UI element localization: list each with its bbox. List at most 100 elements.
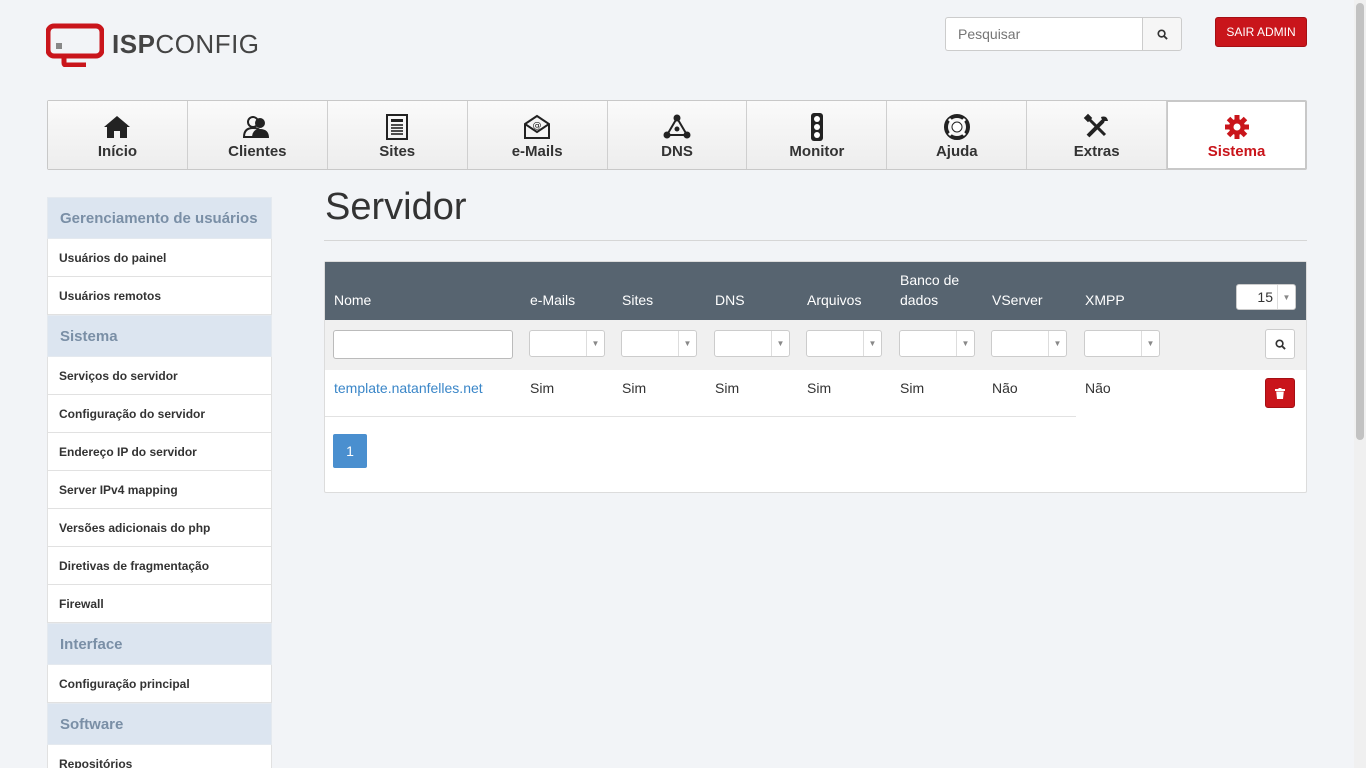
lifebuoy-icon bbox=[943, 113, 971, 141]
delete-button[interactable] bbox=[1265, 378, 1295, 408]
search-input[interactable] bbox=[945, 17, 1142, 51]
per-page-value: 15 bbox=[1257, 289, 1273, 305]
sidebar-item-versoes-php[interactable]: Versões adicionais do php bbox=[47, 509, 272, 547]
ispconfig-logo[interactable]: ISPCONFIG bbox=[45, 22, 260, 68]
cell-dns: Sim bbox=[715, 380, 740, 396]
users-icon bbox=[243, 113, 271, 141]
sidebar-item-usuarios-painel[interactable]: Usuários do painel bbox=[47, 239, 272, 277]
chevron-down-icon: ▼ bbox=[771, 331, 789, 356]
filter-emails-select[interactable]: ▼ bbox=[529, 330, 605, 357]
filter-sites-select[interactable]: ▼ bbox=[621, 330, 697, 357]
column-header-banco-dados[interactable]: Banco de dados bbox=[900, 270, 970, 310]
sidebar-item-ipv4-mapping[interactable]: Server IPv4 mapping bbox=[47, 471, 272, 509]
traffic-light-icon bbox=[809, 112, 825, 141]
column-header-xmpp[interactable]: XMPP bbox=[1085, 290, 1125, 310]
filter-nome-input[interactable] bbox=[333, 330, 513, 359]
logo-mark-icon bbox=[45, 23, 105, 68]
nav-label: Sites bbox=[379, 142, 416, 160]
gear-icon bbox=[1223, 113, 1251, 141]
tools-icon bbox=[1083, 113, 1111, 141]
nav-label: Sistema bbox=[1207, 142, 1266, 160]
column-header-nome[interactable]: Nome bbox=[334, 290, 371, 310]
sidebar-item-endereco-ip[interactable]: Endereço IP do servidor bbox=[47, 433, 272, 471]
nav-label: Início bbox=[97, 142, 138, 160]
sidebar-item-repositorios[interactable]: Repositórios bbox=[47, 745, 272, 768]
chevron-down-icon: ▼ bbox=[863, 331, 881, 356]
svg-text:@: @ bbox=[533, 121, 542, 131]
nav-emails[interactable]: @ e-Mails bbox=[467, 101, 608, 169]
network-icon bbox=[663, 113, 691, 141]
table-header: Nome e-Mails Sites DNS Arquivos Banco de… bbox=[325, 262, 1306, 320]
logout-button[interactable]: SAIR ADMIN bbox=[1215, 17, 1307, 47]
search-button[interactable] bbox=[1142, 17, 1182, 51]
main-navigation: Início Clientes Sites @ e-Mails DNS Moni… bbox=[47, 100, 1307, 170]
server-list-panel: Nome e-Mails Sites DNS Arquivos Banco de… bbox=[324, 261, 1307, 493]
nav-label: e-Mails bbox=[511, 142, 563, 160]
home-icon bbox=[103, 113, 131, 141]
global-search bbox=[945, 17, 1182, 51]
envelope-icon: @ bbox=[523, 113, 551, 141]
nav-label: DNS bbox=[661, 142, 693, 160]
nav-clientes[interactable]: Clientes bbox=[187, 101, 328, 169]
nav-sistema[interactable]: Sistema bbox=[1167, 101, 1307, 169]
column-header-arquivos[interactable]: Arquivos bbox=[807, 290, 861, 310]
column-header-dns[interactable]: DNS bbox=[715, 290, 745, 310]
filter-banco-dados-select[interactable]: ▼ bbox=[899, 330, 975, 357]
chevron-down-icon: ▼ bbox=[1141, 331, 1159, 356]
nav-label: Extras bbox=[1073, 142, 1120, 160]
chevron-down-icon: ▼ bbox=[1277, 285, 1295, 309]
filter-dns-select[interactable]: ▼ bbox=[714, 330, 790, 357]
title-divider bbox=[324, 240, 1307, 241]
sidebar-item-firewall[interactable]: Firewall bbox=[47, 585, 272, 623]
cell-xmpp: Não bbox=[1085, 380, 1111, 396]
logo-text: ISPCONFIG bbox=[112, 28, 260, 59]
filter-row: ▼ ▼ ▼ ▼ ▼ ▼ ▼ bbox=[325, 320, 1306, 370]
cell-vserver: Não bbox=[992, 380, 1018, 396]
nav-monitor[interactable]: Monitor bbox=[747, 101, 888, 169]
chevron-down-icon: ▼ bbox=[956, 331, 974, 356]
nav-dns[interactable]: DNS bbox=[607, 101, 748, 169]
column-header-emails[interactable]: e-Mails bbox=[530, 290, 575, 310]
column-header-vserver[interactable]: VServer bbox=[992, 290, 1043, 310]
table-row: template.natanfelles.net Sim Sim Sim Sim… bbox=[325, 370, 1306, 417]
search-icon bbox=[1156, 28, 1168, 40]
nav-label: Clientes bbox=[228, 142, 287, 160]
document-icon bbox=[385, 113, 409, 141]
per-page-select[interactable]: 15 ▼ bbox=[1236, 284, 1296, 310]
nav-label: Ajuda bbox=[935, 142, 978, 160]
chevron-down-icon: ▼ bbox=[586, 331, 604, 356]
cell-arquivos: Sim bbox=[807, 380, 832, 396]
nav-sites[interactable]: Sites bbox=[327, 101, 468, 169]
search-icon bbox=[1274, 338, 1286, 350]
filter-search-button[interactable] bbox=[1265, 329, 1295, 359]
page-title: Servidor bbox=[325, 186, 467, 228]
sidebar-item-usuarios-remotos[interactable]: Usuários remotos bbox=[47, 277, 272, 315]
chevron-down-icon: ▼ bbox=[1048, 331, 1066, 356]
sidebar-section-gerenciamento: Gerenciamento de usuários bbox=[47, 197, 272, 239]
scrollbar-thumb[interactable] bbox=[1356, 3, 1364, 440]
filter-arquivos-select[interactable]: ▼ bbox=[806, 330, 882, 357]
sidebar-item-servicos-servidor[interactable]: Serviços do servidor bbox=[47, 357, 272, 395]
nav-extras[interactable]: Extras bbox=[1027, 101, 1168, 169]
column-header-sites[interactable]: Sites bbox=[622, 290, 653, 310]
sidebar: Gerenciamento de usuários Usuários do pa… bbox=[47, 197, 272, 768]
chevron-down-icon: ▼ bbox=[678, 331, 696, 356]
cell-emails: Sim bbox=[530, 380, 555, 396]
trash-icon bbox=[1275, 387, 1285, 399]
sidebar-section-software: Software bbox=[47, 703, 272, 745]
cell-banco-dados: Sim bbox=[900, 380, 925, 396]
nav-ajuda[interactable]: Ajuda bbox=[887, 101, 1028, 169]
pagination-page-1[interactable]: 1 bbox=[333, 434, 367, 468]
filter-xmpp-select[interactable]: ▼ bbox=[1084, 330, 1160, 357]
filter-vserver-select[interactable]: ▼ bbox=[991, 330, 1067, 357]
nav-inicio[interactable]: Início bbox=[48, 101, 188, 169]
page-scrollbar[interactable] bbox=[1354, 0, 1366, 768]
sidebar-section-sistema: Sistema bbox=[47, 315, 272, 357]
server-name-link[interactable]: template.natanfelles.net bbox=[334, 380, 483, 396]
nav-label: Monitor bbox=[789, 142, 845, 160]
sidebar-item-diretivas-fragmentacao[interactable]: Diretivas de fragmentação bbox=[47, 547, 272, 585]
cell-sites: Sim bbox=[622, 380, 647, 396]
row-divider bbox=[325, 416, 1076, 417]
sidebar-item-configuracao-servidor[interactable]: Configuração do servidor bbox=[47, 395, 272, 433]
sidebar-item-configuracao-principal[interactable]: Configuração principal bbox=[47, 665, 272, 703]
